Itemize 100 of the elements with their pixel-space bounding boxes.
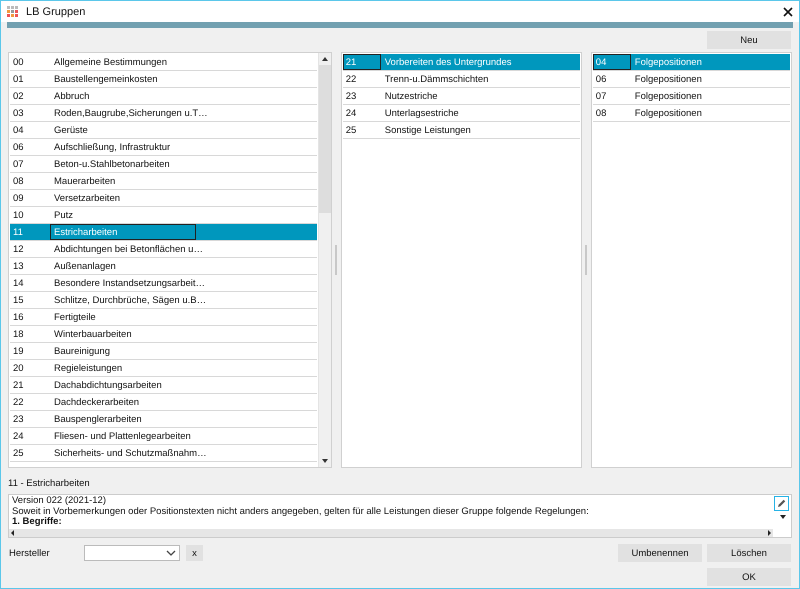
delete-button[interactable]: Löschen (707, 544, 791, 562)
horizontal-scrollbar[interactable] (9, 528, 773, 537)
group-code: 10 (12, 208, 25, 222)
group-name: Putz (53, 208, 74, 222)
group-name: Estricharbeiten (50, 224, 196, 240)
group-name: Dachabdichtungsarbeiten (53, 378, 163, 392)
app-grid-icon (7, 6, 19, 18)
group-name: Sonstige Leistungen (384, 124, 472, 138)
list-row[interactable]: 25 Sonstige Leistungen (342, 122, 580, 139)
group-code: 25 (344, 124, 358, 138)
group-name: Winterbauarbeiten (53, 328, 133, 342)
list-row[interactable]: 08 Folgepositionen (592, 105, 790, 122)
group-code: 02 (12, 90, 25, 104)
list-row[interactable]: 21 Dachabdichtungsarbeiten (10, 377, 317, 394)
list-row[interactable]: 20 Regieleistungen (10, 360, 317, 377)
group-code: 06 (12, 140, 25, 154)
list-row[interactable]: 08 Mauerarbeiten (10, 173, 317, 190)
group-code: 15 (12, 294, 25, 308)
list-row[interactable]: 07 Folgepositionen (592, 88, 790, 105)
group-code: 07 (12, 158, 25, 172)
list-row[interactable]: 18 Winterbauarbeiten (10, 326, 317, 343)
group-name: Baustellengemeinkosten (53, 72, 159, 86)
list-row[interactable]: 15 Schlitze, Durchbrüche, Sägen u.B… (10, 292, 317, 309)
list-row[interactable]: 09 Versetzarbeiten (10, 190, 317, 207)
group-code: 13 (12, 260, 25, 274)
list-row[interactable]: 24 Unterlagsestriche (342, 105, 580, 122)
group-title: 11 - Estricharbeiten (7, 477, 91, 491)
list-row[interactable]: 07 Beton-u.Stahlbetonarbeiten (10, 156, 317, 173)
rename-button[interactable]: Umbenennen (618, 544, 702, 562)
group-name: Folgepositionen (634, 72, 703, 86)
group-code: 25 (12, 446, 25, 460)
group-name: Baureinigung (53, 344, 111, 358)
scrollbar[interactable] (318, 53, 331, 467)
group-code: 22 (12, 396, 25, 410)
group-code: 07 (594, 90, 608, 104)
pencil-icon[interactable] (774, 496, 789, 511)
list-row[interactable]: 01 Baustellengemeinkosten (10, 71, 317, 88)
group-name: Unterlagsestriche (384, 106, 460, 120)
group-code: 14 (12, 276, 25, 290)
list-row[interactable]: 13 Außenanlagen (10, 258, 317, 275)
group-code: 22 (344, 72, 358, 86)
group-code: 08 (12, 174, 25, 188)
list-row[interactable]: 23 Bauspenglerarbeiten (10, 411, 317, 428)
ok-button[interactable]: OK (707, 568, 791, 586)
scroll-thumb[interactable] (318, 65, 331, 213)
scroll-down-icon[interactable] (779, 514, 787, 520)
list-row[interactable]: 16 Fertigteile (10, 309, 317, 326)
group-code: 03 (12, 106, 25, 120)
group-name: Gerüste (53, 124, 89, 138)
group-name: Dachdeckerarbeiten (53, 396, 140, 410)
group-code: 21 (342, 54, 381, 70)
scroll-left-icon[interactable] (9, 528, 17, 537)
group-code: 19 (12, 344, 25, 358)
list-row[interactable]: 06 Aufschließung, Infrastruktur (10, 139, 317, 156)
group-name: Außenanlagen (53, 260, 117, 274)
group-name: Roden,Baugrube,Sicherungen u.T… (53, 106, 209, 120)
group-code: 24 (344, 106, 358, 120)
list-row[interactable]: 00 Allgemeine Bestimmungen (10, 54, 317, 71)
clear-button[interactable]: x (186, 545, 203, 561)
manufacturer-label: Hersteller (9, 548, 51, 558)
group-name: Aufschließung, Infrastruktur (53, 140, 172, 154)
group-code: 04 (592, 54, 631, 70)
new-button[interactable]: Neu (707, 31, 791, 49)
group-code: 21 (12, 378, 25, 392)
list-row[interactable]: 23 Nutzestriche (342, 88, 580, 105)
list-row[interactable]: 19 Baureinigung (10, 343, 317, 360)
list-row[interactable]: 12 Abdichtungen bei Betonflächen u… (10, 241, 317, 258)
group-name: Trenn-u.Dämmschichten (384, 72, 490, 86)
window-title: LB Gruppen (26, 6, 86, 18)
list-row[interactable]: 25 Sicherheits- und Schutzmaßnahm… (10, 445, 317, 462)
group-code: 06 (594, 72, 608, 86)
group-name: Regieleistungen (53, 362, 124, 376)
group-name: Folgepositionen (634, 56, 703, 70)
list-row[interactable]: 22 Dachdeckerarbeiten (10, 394, 317, 411)
group-code: 00 (12, 56, 25, 70)
list-row[interactable]: 04 Gerüste (10, 122, 317, 139)
description-text: Version 022 (2021-12) Soweit in Vorbemerkungen oder Positionstexten nicht anders angegeben, gelten für alle Leistungen dieser Gruppe folgende Regelungen: 1. Begriffe: (11, 495, 590, 528)
group-code: 04 (12, 124, 25, 138)
group-name: Folgepositionen (634, 106, 703, 120)
group-code: 24 (12, 430, 25, 444)
group-name: Schlitze, Durchbrüche, Sägen u.B… (53, 294, 208, 308)
list-row[interactable]: 22 Trenn-u.Dämmschichten (342, 71, 580, 88)
list-row[interactable]: 02 Abbruch (10, 88, 317, 105)
list-row[interactable]: 06 Folgepositionen (592, 71, 790, 88)
group-name: Nutzestriche (384, 90, 439, 104)
scroll-right-icon[interactable] (765, 528, 773, 537)
group-name: Vorbereiten des Untergrundes (384, 56, 512, 70)
group-code: 20 (12, 362, 25, 376)
list-row[interactable]: 03 Roden,Baugrube,Sicherungen u.T… (10, 105, 317, 122)
group-name: Bauspenglerarbeiten (53, 412, 143, 426)
close-icon[interactable] (783, 6, 793, 16)
group-code: 16 (12, 310, 25, 324)
list-row[interactable]: 24 Fliesen- und Plattenlegearbeiten (10, 428, 317, 445)
group-code: 08 (594, 106, 608, 120)
group-code: 18 (12, 328, 25, 342)
group-name: Allgemeine Bestimmungen (53, 56, 168, 70)
group-name: Abbruch (53, 90, 90, 104)
list-row[interactable]: 14 Besondere Instandsetzungsarbeit… (10, 275, 317, 292)
description-box[interactable]: Version 022 (2021-12) Soweit in Vorbemerkungen oder Positionstexten nicht anders angegeben, gelten für alle Leistungen dieser Gruppe folgende Regelungen: 1. Begriffe: (8, 494, 792, 538)
group-name: Fertigteile (53, 310, 97, 324)
